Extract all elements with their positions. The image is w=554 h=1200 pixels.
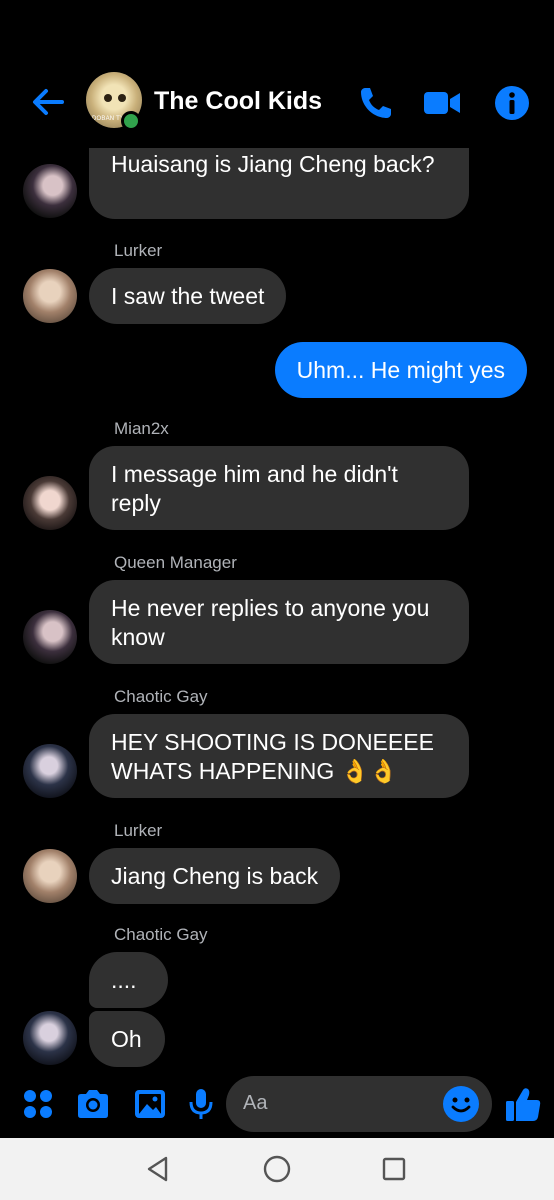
message-text: Uhm... He might yes — [296, 357, 505, 383]
smiley-icon[interactable] — [442, 1085, 480, 1123]
message-text: He never replies to anyone you know — [111, 595, 430, 650]
message-bubble[interactable]: I saw the tweet — [89, 268, 287, 324]
info-icon[interactable] — [492, 83, 532, 123]
message-text: I message him and he didn't reply — [111, 461, 398, 516]
online-status-dot — [121, 111, 141, 131]
avatar[interactable] — [23, 269, 77, 323]
message-bubble[interactable]: HEY SHOOTING IS DONEEEE WHATS HAPPENING … — [89, 714, 469, 798]
phone-icon[interactable] — [356, 83, 396, 123]
four-dots-icon[interactable] — [20, 1086, 56, 1122]
sender-name: Chaotic Gay — [114, 925, 208, 944]
sender-name: Lurker — [114, 821, 163, 840]
image-icon[interactable] — [132, 1086, 168, 1122]
thumbs-up-icon[interactable] — [504, 1084, 544, 1124]
sender-name: Chaotic Gay — [114, 687, 208, 706]
system-navigation-bar — [0, 1138, 554, 1200]
message-text: Oh — [111, 1026, 142, 1052]
message-input[interactable]: Aa — [226, 1076, 492, 1132]
triangle-back-icon[interactable] — [142, 1153, 174, 1185]
message-bubble[interactable]: Oh — [89, 1011, 165, 1067]
conversation-header: DOBAN TY The Cool Kids — [0, 62, 554, 144]
message-bubble[interactable]: He never replies to anyone you know — [89, 580, 469, 664]
square-recents-icon[interactable] — [378, 1153, 410, 1185]
avatar[interactable] — [23, 610, 77, 664]
message-bubble[interactable]: I message him and he didn't reply — [89, 446, 469, 530]
message-text: Huaisang is Jiang Cheng back? — [111, 151, 435, 177]
sender-name: Queen Manager — [114, 553, 237, 572]
message-bubble[interactable]: .... — [89, 952, 168, 1008]
microphone-icon[interactable] — [183, 1086, 219, 1122]
avatar[interactable] — [23, 849, 77, 903]
message-text: I saw the tweet — [111, 283, 265, 309]
message-bubble[interactable]: Huaisang is Jiang Cheng back? — [89, 148, 469, 219]
message-bubble[interactable]: Jiang Cheng is back — [89, 848, 341, 904]
message-text: Jiang Cheng is back — [111, 863, 319, 889]
back-arrow-icon[interactable] — [28, 82, 68, 122]
own-message-bubble[interactable]: Uhm... He might yes — [274, 342, 527, 398]
sender-name: Lurker — [114, 241, 163, 260]
circle-home-icon[interactable] — [261, 1153, 293, 1185]
avatar[interactable] — [23, 164, 77, 218]
avatar[interactable] — [23, 476, 77, 530]
message-text: .... — [111, 967, 137, 993]
message-input-placeholder: Aa — [243, 1092, 268, 1114]
avatar-caption: DOBAN TY — [92, 116, 125, 122]
sender-name: Mian2x — [114, 419, 169, 438]
camera-icon[interactable] — [75, 1086, 111, 1122]
message-composer: Aa — [0, 1074, 554, 1134]
avatar[interactable] — [23, 744, 77, 798]
message-text: HEY SHOOTING IS DONEEEE WHATS HAPPENING … — [111, 729, 434, 784]
video-camera-icon[interactable] — [422, 83, 462, 123]
avatar[interactable] — [23, 1011, 77, 1065]
conversation-title[interactable]: The Cool Kids — [154, 87, 322, 116]
